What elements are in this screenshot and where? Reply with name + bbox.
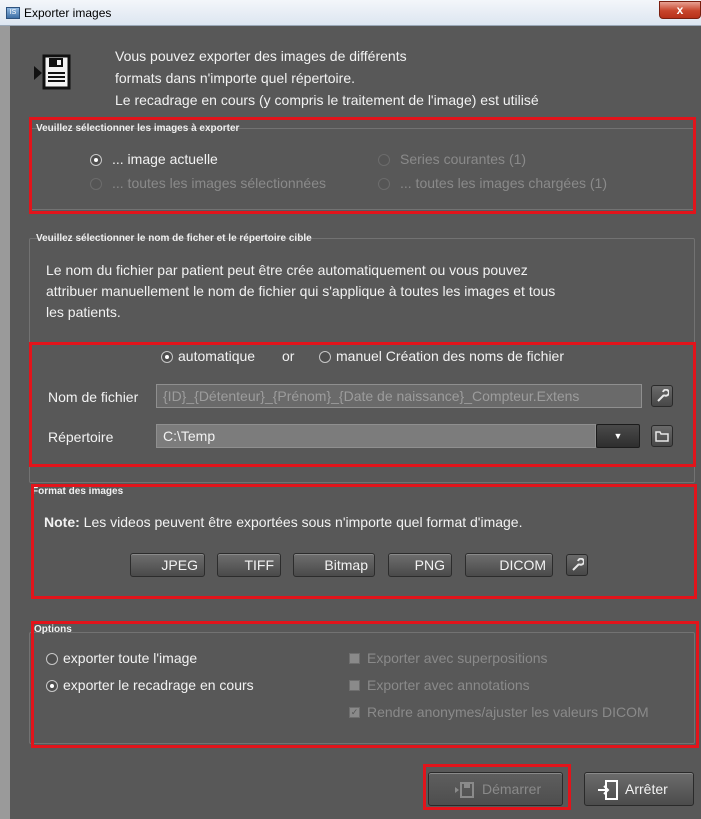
options-title: Options: [34, 624, 72, 635]
select-images-title: Veuillez sélectionner les images à expor…: [36, 123, 240, 134]
label-anonymize: Rendre anonymes/ajuster les valeurs DICO…: [367, 704, 649, 720]
window-title: Exporter images: [24, 6, 112, 20]
intro-line-1: Vous pouvez exporter des images de diffé…: [115, 48, 407, 64]
formats-note-text: Les videos peuvent être exportées sous n…: [79, 514, 523, 530]
label-overlays: Exporter avec superpositions: [367, 650, 548, 666]
stop-button[interactable]: Arrêter: [584, 772, 694, 806]
filename-settings-button[interactable]: [651, 385, 673, 407]
directory-label: Répertoire: [48, 429, 114, 445]
checkbox-anonymize[interactable]: ✓: [349, 707, 360, 718]
label-manual: manuel Création des noms de fichier: [336, 348, 565, 364]
radio-export-crop[interactable]: [46, 680, 58, 692]
app-icon: IS: [6, 7, 20, 19]
label-selected-images: ... toutes les images sélectionnées: [112, 175, 327, 191]
intro-line-3: Le recadrage en cours (y compris le trai…: [115, 92, 539, 108]
radio-export-full-image[interactable]: [46, 653, 58, 665]
browse-folder-button[interactable]: [651, 425, 673, 447]
exit-door-icon: [598, 780, 618, 800]
select-images-group: [29, 128, 695, 210]
label-automatic: automatique: [178, 348, 256, 364]
radio-current-series[interactable]: [378, 154, 390, 166]
radio-manual[interactable]: [319, 351, 331, 363]
radio-selected-images[interactable]: [90, 178, 102, 190]
label-current-image: ... image actuelle: [112, 151, 218, 167]
dialog-content: Vous pouvez exporter des images de diffé…: [10, 26, 701, 819]
radio-current-image[interactable]: [90, 154, 102, 166]
export-images-window: IS Exporter images x Vous pouvez exporte…: [0, 0, 701, 819]
highlight-formats: [31, 484, 697, 599]
formats-note-bold: Note:: [44, 514, 80, 530]
folder-icon: [655, 431, 669, 442]
start-button-label: Démarrer: [482, 781, 542, 797]
checkbox-annotations[interactable]: [349, 680, 360, 691]
file-target-description-1: Le nom du fichier par patient peut être …: [46, 262, 528, 278]
filename-field[interactable]: {ID}_{Détenteur}_{Prénom}_{Date de naiss…: [156, 384, 642, 408]
label-loaded-images: ... toutes les images chargées (1): [400, 175, 607, 191]
title-bar: IS Exporter images x: [0, 0, 701, 26]
chevron-down-icon: ▼: [613, 431, 623, 441]
label-annotations: Exporter avec annotations: [367, 677, 530, 693]
checkbox-overlays[interactable]: [349, 653, 360, 664]
file-target-description-2: attribuer manuellement le nom de fichier…: [46, 283, 556, 299]
close-button[interactable]: x: [659, 1, 701, 19]
format-png-button[interactable]: PNG: [388, 553, 452, 577]
directory-dropdown-button[interactable]: ▼: [596, 424, 640, 448]
radio-loaded-images[interactable]: [378, 178, 390, 190]
format-settings-button[interactable]: [566, 554, 588, 576]
format-dicom-button[interactable]: DICOM: [465, 553, 553, 577]
save-disk-icon: [455, 782, 474, 798]
label-export-full-image: exporter toute l'image: [63, 650, 198, 666]
file-target-description-3: les patients.: [46, 304, 121, 320]
directory-field[interactable]: C:\Temp: [156, 424, 596, 448]
label-export-crop: exporter le recadrage en cours: [63, 677, 254, 693]
wrench-icon: [657, 388, 670, 402]
save-disk-icon: [34, 54, 71, 90]
radio-automatic[interactable]: [161, 351, 173, 363]
stop-button-label: Arrêter: [625, 781, 668, 797]
start-button[interactable]: Démarrer: [428, 772, 563, 806]
filename-label: Nom de fichier: [48, 389, 139, 405]
formats-note: Note: Les videos peuvent être exportées …: [44, 514, 522, 530]
window-left-border: [0, 26, 10, 819]
wrench-icon: [572, 557, 585, 571]
file-target-title: Veuillez sélectionner le nom de ficher e…: [36, 233, 312, 244]
format-bitmap-button[interactable]: Bitmap: [293, 553, 375, 577]
format-tiff-button[interactable]: TIFF: [217, 553, 281, 577]
label-or: or: [282, 348, 295, 364]
formats-title: Format des images: [32, 486, 124, 497]
label-current-series: Series courantes (1): [400, 151, 527, 167]
format-jpeg-button[interactable]: JPEG: [130, 553, 205, 577]
intro-line-2: formats dans n'importe quel répertoire.: [115, 70, 356, 86]
